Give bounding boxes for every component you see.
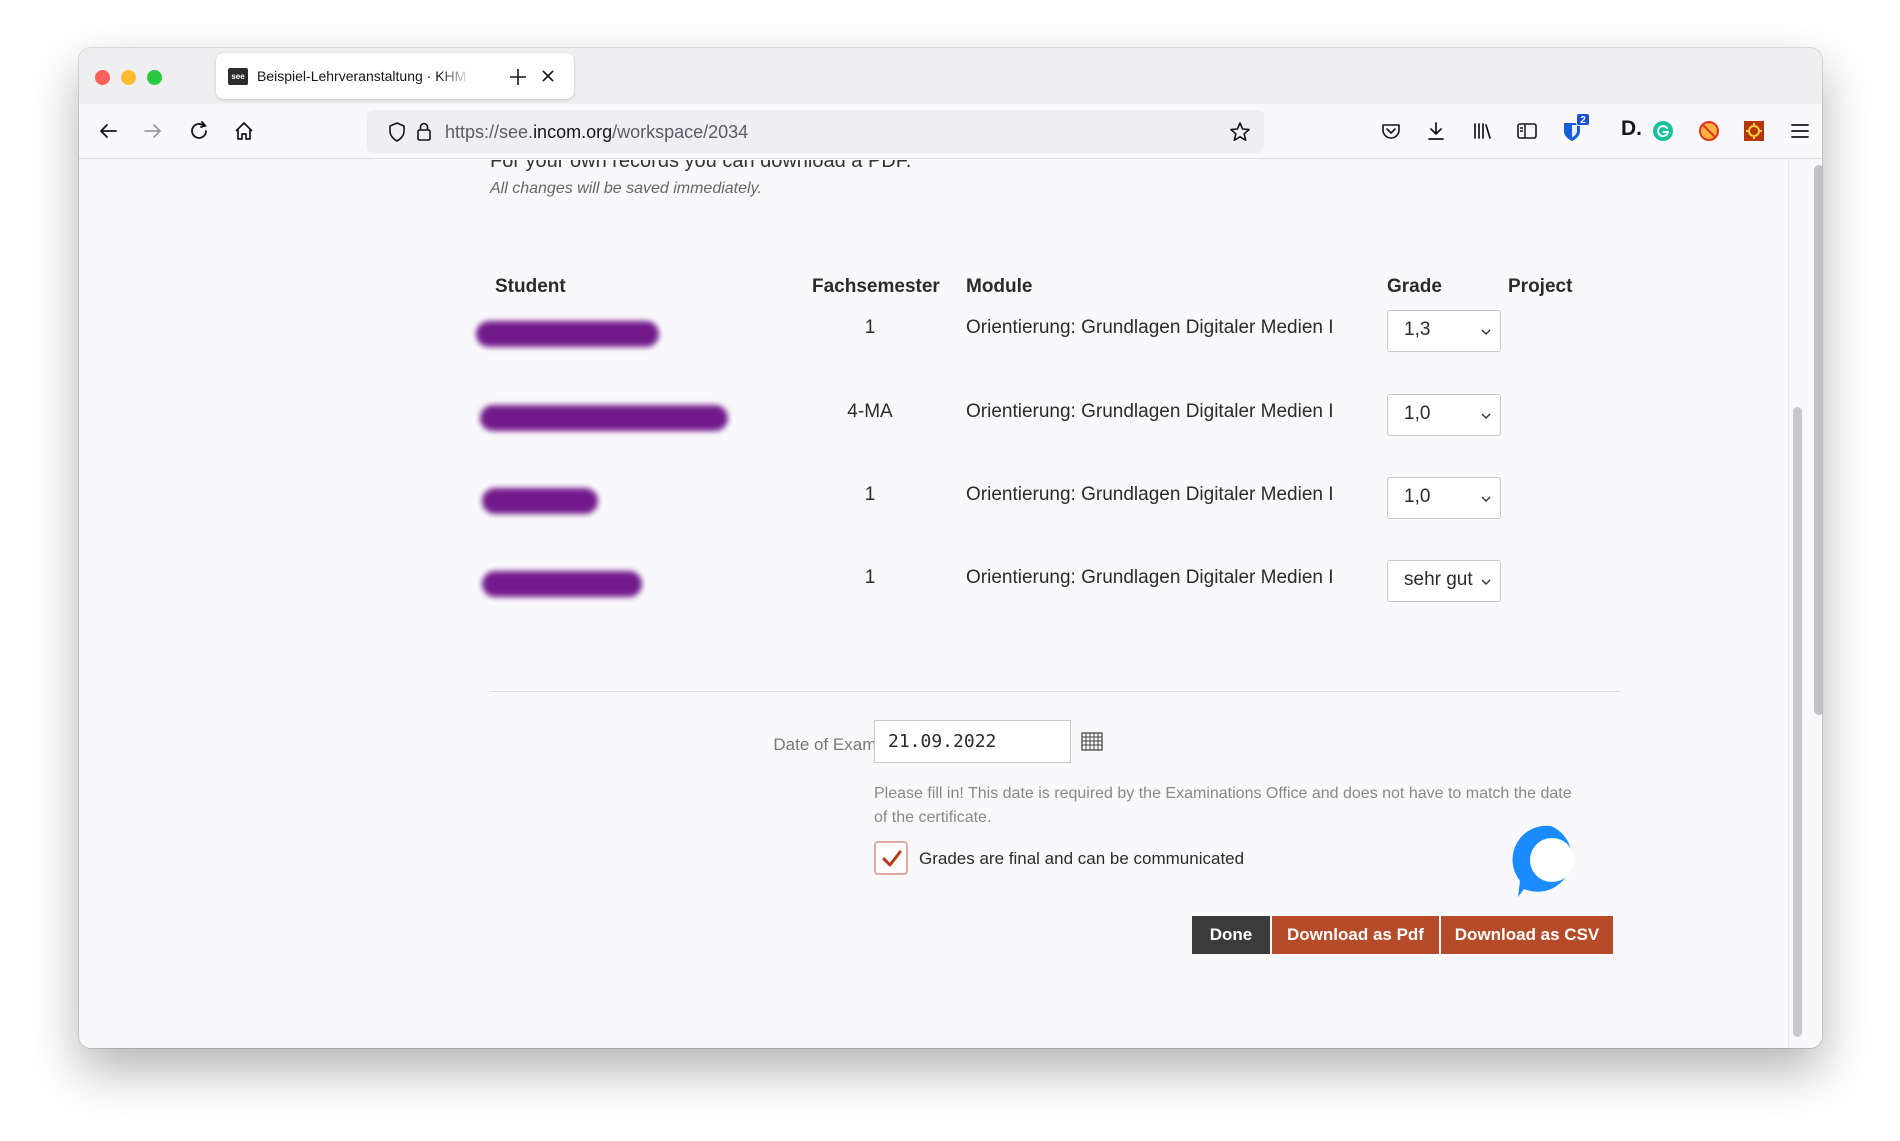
reload-icon[interactable] (188, 120, 210, 142)
table-row-module: Orientierung: Grundlagen Digitaler Medie… (966, 567, 1334, 588)
chevron-down-icon (1481, 329, 1491, 335)
calendar-icon[interactable] (1081, 731, 1103, 751)
url-text[interactable]: https://see.incom.org/workspace/2034 (445, 122, 748, 143)
column-header-project: Project (1508, 276, 1573, 297)
notification-badge: 2 (1576, 113, 1590, 126)
redacted-student-name (482, 571, 642, 597)
library-icon[interactable] (1471, 120, 1493, 142)
download-csv-button[interactable]: Download as CSV (1441, 916, 1613, 954)
forward-arrow-icon[interactable] (142, 120, 164, 142)
grade-select-value: sehr gut (1404, 569, 1473, 590)
close-window-button[interactable] (95, 70, 110, 85)
grade-select[interactable]: 1,0 (1387, 394, 1501, 436)
dd-logo-icon[interactable]: D. (1621, 117, 1642, 141)
grades-final-checkbox[interactable] (874, 841, 908, 875)
navigation-toolbar: https://see.incom.org/workspace/2034 2 D… (79, 104, 1822, 159)
table-row-module: Orientierung: Grundlagen Digitaler Medie… (966, 484, 1334, 505)
grade-select-value: 1,0 (1404, 486, 1431, 507)
redacted-student-name (476, 321, 659, 347)
address-bar[interactable]: https://see.incom.org/workspace/2034 (367, 110, 1264, 153)
minimize-window-button[interactable] (121, 70, 136, 85)
table-row-semester: 1 (864, 317, 876, 338)
table-row-module: Orientierung: Grundlagen Digitaler Medie… (966, 317, 1334, 338)
date-help-text: Please fill in! This date is required by… (874, 785, 1572, 826)
page-content: For your own records you can download a … (79, 160, 1822, 1048)
close-tab-icon[interactable] (540, 68, 556, 84)
chevron-down-icon (1481, 496, 1491, 502)
home-icon[interactable] (233, 120, 255, 142)
autosave-note: All changes will be saved immediately. (490, 180, 762, 197)
table-row-module: Orientierung: Grundlagen Digitaler Medie… (966, 401, 1334, 422)
tab-strip: see Beispiel-Lehrveranstaltung · KHM (79, 48, 1822, 104)
grades-final-label[interactable]: Grades are final and can be communicated (919, 849, 1244, 869)
column-header-grade: Grade (1387, 276, 1442, 297)
url-host: incom.org (533, 122, 613, 142)
url-path: /workspace/2034 (612, 122, 749, 142)
chat-bubble-icon[interactable] (1512, 821, 1590, 901)
table-row-semester: 4-MA (847, 401, 893, 422)
section-divider (490, 691, 1620, 692)
lock-icon[interactable] (415, 121, 433, 142)
reader-view-icon[interactable] (1516, 120, 1538, 142)
grade-select-value: 1,3 (1404, 319, 1431, 340)
url-prefix: https://see. (445, 122, 534, 142)
browser-window: see Beispiel-Lehrveranstaltung · KHM htt… (79, 48, 1822, 1048)
column-header-student: Student (495, 276, 566, 297)
date-of-exam-input[interactable]: 21.09.2022 (874, 720, 1071, 763)
grade-select[interactable]: sehr gut (1387, 560, 1501, 602)
zoom-window-button[interactable] (147, 70, 162, 85)
chevron-down-icon (1481, 413, 1491, 419)
redacted-student-name (480, 405, 728, 431)
extension-icon[interactable] (1743, 120, 1765, 142)
grade-select-value: 1,0 (1404, 403, 1431, 424)
column-header-fachsemester: Fachsemester (812, 276, 940, 297)
tracking-shield-icon[interactable] (387, 121, 407, 143)
site-favicon-icon: see (228, 68, 248, 85)
grade-select[interactable]: 1,0 (1387, 477, 1501, 519)
chevron-down-icon (1481, 579, 1491, 585)
inner-scrollbar-thumb[interactable] (1793, 407, 1802, 1037)
grammarly-icon[interactable] (1652, 120, 1674, 142)
redacted-student-name (482, 488, 598, 514)
download-pdf-button[interactable]: Download as Pdf (1272, 916, 1439, 954)
column-header-module: Module (966, 276, 1033, 297)
pdf-hint-text: For your own records you can download a … (490, 160, 912, 172)
back-arrow-icon[interactable] (97, 120, 119, 142)
table-row-semester: 1 (864, 484, 876, 505)
bookmark-star-icon[interactable] (1229, 121, 1251, 143)
menu-icon[interactable] (1789, 120, 1811, 142)
table-row-semester: 1 (864, 567, 876, 588)
pocket-icon[interactable] (1380, 120, 1402, 142)
date-of-exam-label: Date of Exam* (773, 735, 883, 754)
done-button[interactable]: Done (1192, 916, 1270, 954)
new-tab-icon[interactable] (509, 68, 527, 86)
checkmark-icon (882, 850, 902, 867)
tab-title: Beispiel-Lehrveranstaltung · KHM (257, 68, 467, 84)
grade-select[interactable]: 1,3 (1387, 310, 1501, 352)
page-scrollbar-thumb[interactable] (1814, 165, 1822, 715)
download-icon[interactable] (1425, 120, 1447, 142)
ad-block-icon[interactable] (1698, 120, 1720, 142)
